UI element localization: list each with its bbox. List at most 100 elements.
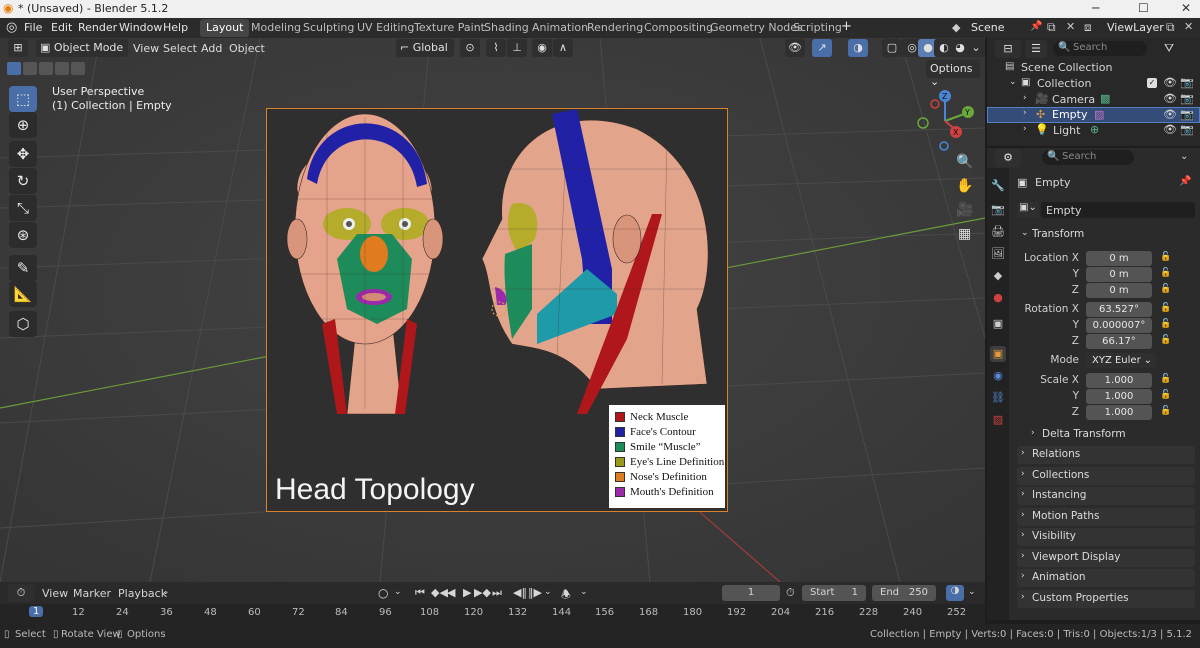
view-layer-selector[interactable]: ViewLayer <box>1107 21 1164 34</box>
minimize-button[interactable]: ─ <box>1092 1 1099 15</box>
prev-marker-icon[interactable]: ◀‖ <box>513 586 527 599</box>
proportional-editing-icon[interactable]: ◉ <box>532 39 552 57</box>
outliner-search-field[interactable]: 🔍 Search <box>1053 41 1147 56</box>
rotation-z-lock-icon[interactable]: 🔓 <box>1160 335 1171 345</box>
annotate-tool[interactable]: ✎ <box>9 255 37 281</box>
new-view-layer-icon[interactable]: ⧉ <box>1166 20 1175 35</box>
select-box-tool[interactable]: ⬚ <box>9 86 37 112</box>
camera-view-icon[interactable]: 🎥 <box>956 202 973 218</box>
outliner-row-scene-collection[interactable]: ▤ Scene Collection <box>987 60 1200 76</box>
collection-render-icon[interactable]: 📷 <box>1180 76 1194 89</box>
options-dropdown[interactable]: Options ⌄ <box>926 60 980 88</box>
menu-help[interactable]: Help <box>163 21 188 34</box>
rotate-tool[interactable]: ↻ <box>9 168 37 194</box>
pin-icon[interactable]: 📌 <box>1030 21 1042 32</box>
new-scene-icon[interactable]: ⧉ <box>1047 20 1056 35</box>
delete-view-layer-icon[interactable]: ✕ <box>1184 20 1193 33</box>
light-render-icon[interactable]: 📷 <box>1180 123 1194 136</box>
render-tab-icon[interactable]: 📷 <box>990 202 1006 218</box>
reference-image-empty[interactable]: Head Topology Neck Muscle Face's Contour… <box>266 108 728 512</box>
3d-viewport[interactable]: ⊞ ▣ Object Mode View Select Add Object ⌐… <box>0 38 985 582</box>
add-workspace-button[interactable]: + <box>841 19 852 34</box>
menu-edit[interactable]: Edit <box>51 21 72 34</box>
transform-section-header[interactable]: ⌄ Transform <box>1017 226 1195 244</box>
delete-scene-icon[interactable]: ✕ <box>1066 20 1075 33</box>
zoom-icon[interactable]: 🔍 <box>956 154 973 170</box>
menu-window[interactable]: Window <box>119 21 162 34</box>
outliner-row-collection[interactable]: ⌄ ▣ Collection ✓ 👁 📷 <box>987 76 1200 92</box>
timeline-menu-view[interactable]: View <box>42 587 68 600</box>
location-y-lock-icon[interactable]: 🔓 <box>1160 268 1171 278</box>
outliner-row-camera[interactable]: › 🎥 Camera ▩ 👁 📷 <box>987 92 1200 108</box>
jump-start-icon[interactable]: ⏮ <box>415 586 425 600</box>
falloff-icon[interactable]: ∧ <box>553 39 573 57</box>
instancing-section-header[interactable]: › Instancing <box>1017 487 1195 505</box>
outliner-display-mode-icon[interactable]: ☰ <box>1025 40 1047 58</box>
location-x-field[interactable]: 0 m <box>1086 251 1152 266</box>
properties-search-field[interactable]: 🔍 Search <box>1042 150 1134 165</box>
editor-type-icon[interactable]: ⊞ <box>8 39 28 57</box>
light-expand-icon[interactable]: › <box>1023 124 1027 134</box>
camera-visibility-icon[interactable]: 👁 <box>1163 92 1177 105</box>
gizmo-toggle-icon[interactable]: ↗ <box>812 39 832 57</box>
scale-z-field[interactable]: 1.000 <box>1086 405 1152 420</box>
visibility-icon[interactable]: 👁 <box>785 39 805 57</box>
rotation-y-lock-icon[interactable]: 🔓 <box>1160 319 1171 329</box>
filter-icon[interactable]: ⛛ <box>1164 41 1174 56</box>
outliner-editor-icon[interactable]: ⊟ <box>995 40 1021 58</box>
next-keyframe-icon[interactable]: ▶◆ <box>474 586 491 599</box>
snap-timeline-icon[interactable]: ◑ <box>946 585 964 601</box>
select-intersect-icon[interactable] <box>71 62 85 75</box>
frame-end-field[interactable]: End 250 <box>872 585 936 601</box>
transform-tool[interactable]: ⊛ <box>9 222 37 248</box>
outliner-row-empty[interactable]: › ✣ Empty ▨ 👁 📷 <box>987 107 1200 123</box>
datablock-type-icon[interactable]: ▣⌄ <box>1017 202 1039 218</box>
keying-chevron-icon[interactable]: ⌄ <box>394 587 402 597</box>
snap-icon[interactable]: ⌇ <box>486 39 506 57</box>
motion-paths-section-header[interactable]: › Motion Paths <box>1017 508 1195 526</box>
viewport-display-section-header[interactable]: › Viewport Display <box>1017 549 1195 567</box>
custom-properties-section-header[interactable]: › Custom Properties <box>1017 590 1195 608</box>
xray-icon[interactable]: ▢ <box>882 39 902 57</box>
jump-end-icon[interactable]: ⏭ <box>492 586 502 600</box>
navigation-gizmo[interactable]: Z Y X <box>912 88 978 154</box>
add-cube-tool[interactable]: ⬡ <box>9 311 37 337</box>
tab-layout[interactable]: Layout <box>200 19 250 37</box>
tab-scripting[interactable]: Scripting <box>787 19 848 37</box>
object-mode-dropdown[interactable]: ▣ Object Mode <box>36 39 128 57</box>
outliner-row-light[interactable]: › 💡 Light ⊕ 👁 📷 <box>987 123 1200 139</box>
collection-checkbox[interactable]: ✓ <box>1147 78 1157 88</box>
frame-start-field[interactable]: Start 1 <box>802 585 866 601</box>
select-invert-icon[interactable] <box>55 62 69 75</box>
rotation-y-field[interactable]: 0.000007° <box>1086 318 1152 333</box>
light-visibility-icon[interactable]: 👁 <box>1163 123 1177 136</box>
play-icon[interactable]: ▶ <box>463 586 471 599</box>
collection-expand-icon[interactable]: ⌄ <box>1009 77 1017 87</box>
current-frame-field[interactable]: 1 <box>722 585 780 601</box>
location-z-field[interactable]: 0 m <box>1086 283 1152 298</box>
shading-options-icon[interactable]: ⌄ <box>966 39 985 57</box>
play-reverse-icon[interactable]: ◀ <box>447 586 455 599</box>
select-extend-icon[interactable] <box>23 62 37 75</box>
location-z-lock-icon[interactable]: 🔓 <box>1160 284 1171 294</box>
overlays-icon[interactable]: ◑ <box>848 39 868 57</box>
empty-render-icon[interactable]: 📷 <box>1180 108 1194 121</box>
timeline-menu-playback[interactable]: Playback <box>118 587 167 600</box>
ruler-current-frame[interactable]: 1 <box>29 606 44 617</box>
scale-y-lock-icon[interactable]: 🔓 <box>1160 390 1171 400</box>
auto-keying-icon[interactable]: 🕭 <box>561 586 571 605</box>
visibility-section-header[interactable]: › Visibility <box>1017 528 1195 546</box>
viewport-menu-object[interactable]: Object <box>229 42 265 55</box>
camera-expand-icon[interactable]: › <box>1023 93 1027 103</box>
scale-x-lock-icon[interactable]: 🔓 <box>1160 374 1171 384</box>
prev-keyframe-icon[interactable]: ◆◀ <box>431 586 448 599</box>
datablock-name-field[interactable]: Empty <box>1041 202 1195 218</box>
scale-tool[interactable]: ⤡ <box>9 195 37 221</box>
location-y-field[interactable]: 0 m <box>1086 267 1152 282</box>
tool-tab-icon[interactable]: 🔧 <box>990 178 1006 194</box>
keying-icon[interactable]: ○ <box>378 586 388 600</box>
location-x-lock-icon[interactable]: 🔓 <box>1160 252 1171 262</box>
snap-timeline-chevron-icon[interactable]: ⌄ <box>968 587 976 597</box>
animation-section-header[interactable]: › Animation <box>1017 569 1195 587</box>
auto-keying-chevron-icon[interactable]: ⌄ <box>580 587 588 597</box>
